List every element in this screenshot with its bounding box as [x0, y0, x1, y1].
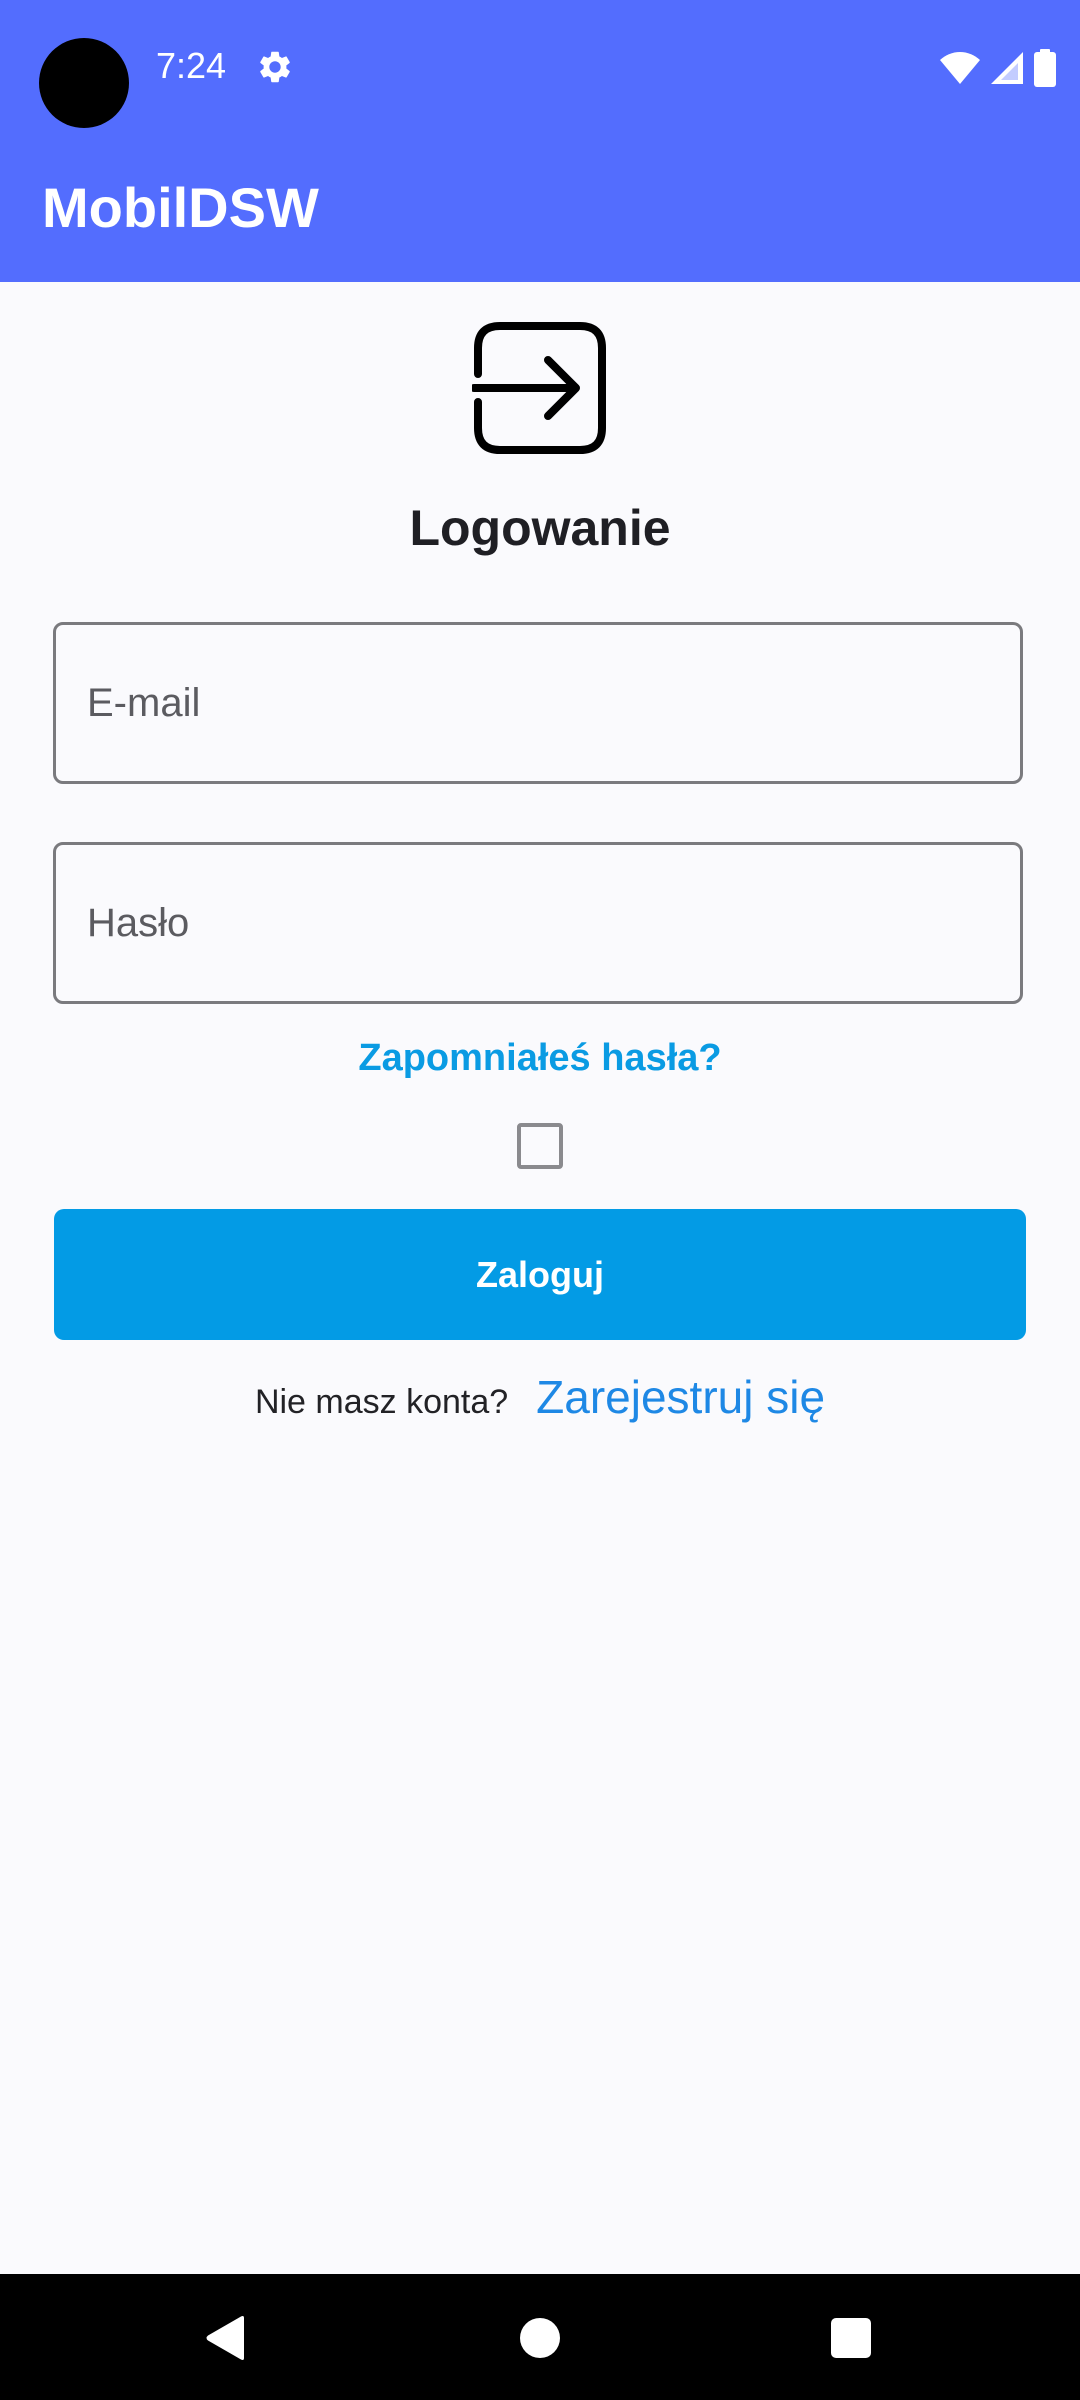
password-input[interactable] — [56, 845, 1020, 1001]
status-time: 7:24 — [156, 45, 227, 86]
back-icon[interactable] — [204, 2314, 246, 2362]
login-screen: 7:24 MobilDSW Logowanie E-mail Zapomniał… — [0, 0, 1080, 2400]
email-field[interactable] — [53, 622, 1023, 784]
status-icons — [940, 48, 1056, 88]
home-icon[interactable] — [520, 2318, 560, 2358]
recents-icon[interactable] — [831, 2318, 871, 2358]
remember-checkbox[interactable] — [517, 1123, 563, 1169]
wifi-icon — [940, 52, 980, 84]
register-row: Nie masz konta? Zarejestruj się — [0, 1370, 1080, 1430]
gear-icon — [260, 51, 290, 83]
no-account-text: Nie masz konta? — [254, 1383, 509, 1421]
battery-icon — [1034, 49, 1056, 87]
login-button[interactable]: Zaloguj — [54, 1209, 1026, 1340]
page-title: Logowanie — [409, 500, 671, 556]
camera-cutout-icon — [39, 38, 129, 128]
app-title: MobilDSW — [42, 176, 319, 239]
email-input[interactable] — [56, 625, 1020, 781]
system-nav-bar — [0, 2274, 1080, 2400]
register-link[interactable]: Zarejestruj się — [536, 1370, 825, 1424]
forgot-password-link[interactable]: Zapomniałeś hasła? — [358, 1037, 721, 1079]
forgot-password-row: Zapomniałeś hasła? — [0, 1034, 1080, 1082]
signal-icon — [991, 52, 1023, 84]
password-field[interactable] — [53, 842, 1023, 1004]
app-header: 7:24 MobilDSW — [0, 0, 1080, 282]
login-arrow-icon — [472, 322, 606, 454]
